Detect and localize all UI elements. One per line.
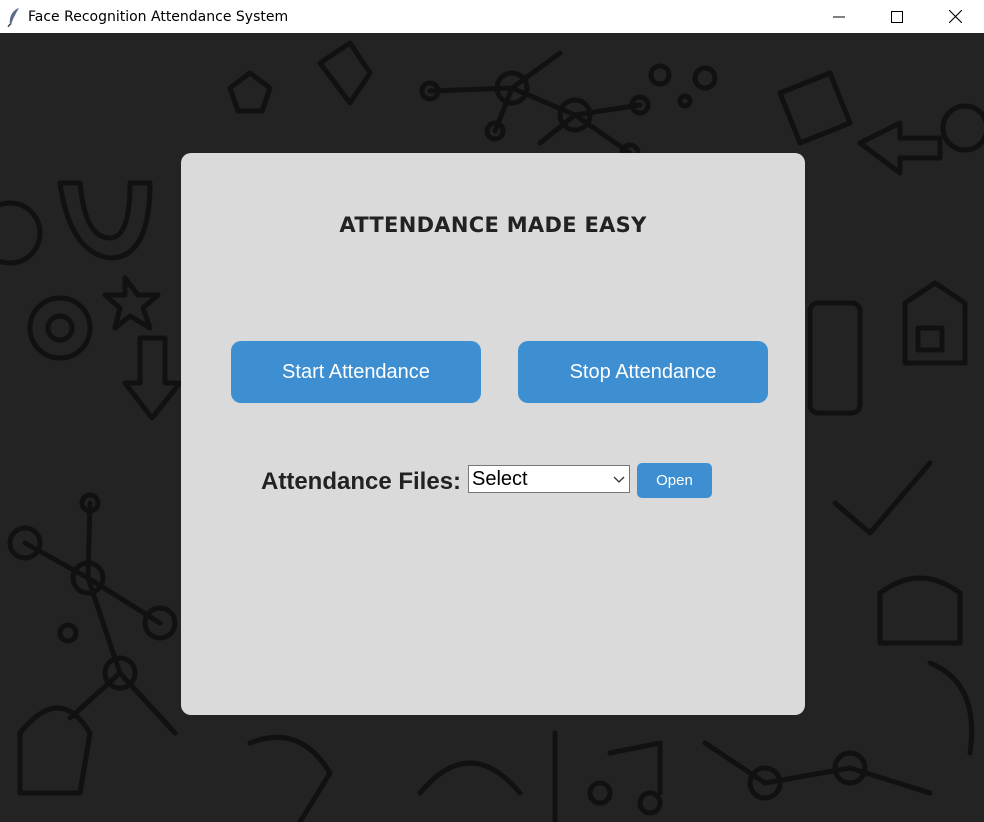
main-panel: ATTENDANCE MADE EASY Start Attendance St… (181, 153, 805, 715)
start-attendance-button[interactable]: Start Attendance (231, 341, 481, 403)
close-icon (948, 10, 962, 23)
page-title: ATTENDANCE MADE EASY (339, 213, 647, 237)
app-window: Face Recognition Attendance System ATTEN… (0, 0, 984, 822)
attendance-files-label: Attendance Files: (261, 468, 462, 495)
minimize-button[interactable] (810, 0, 868, 33)
minimize-icon (833, 16, 845, 17)
close-button[interactable] (926, 0, 984, 33)
main-content: ATTENDANCE MADE EASY Start Attendance St… (0, 33, 984, 822)
window-title: Face Recognition Attendance System (28, 8, 289, 25)
attendance-files-select[interactable]: Select (468, 465, 630, 493)
select-value: Select (472, 468, 528, 490)
maximize-icon (891, 10, 903, 23)
title-bar: Face Recognition Attendance System (0, 0, 984, 33)
window-controls (810, 0, 984, 33)
feather-icon (0, 0, 28, 33)
maximize-button[interactable] (868, 0, 926, 33)
open-button[interactable]: Open (637, 463, 712, 498)
chevron-down-icon (613, 476, 625, 483)
stop-attendance-button[interactable]: Stop Attendance (518, 341, 768, 403)
